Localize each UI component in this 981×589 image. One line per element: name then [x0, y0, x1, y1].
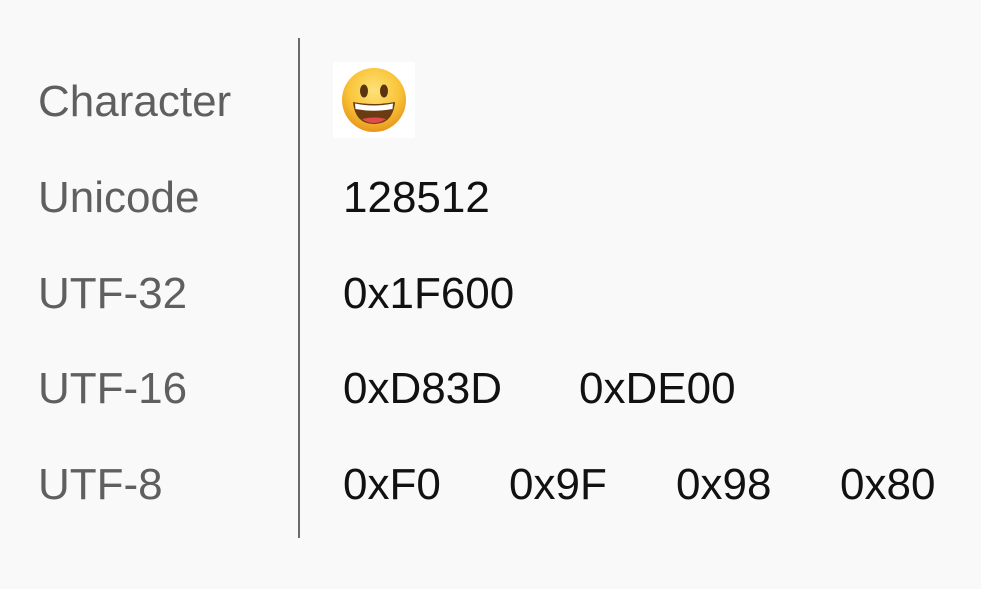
utf8-value-4: 0x80 — [840, 460, 936, 509]
utf16-label: UTF-16 — [38, 364, 188, 413]
character-label: Character — [38, 77, 232, 126]
utf16-value-1: 0xD83D — [343, 364, 502, 413]
utf8-value-3: 0x98 — [676, 460, 772, 509]
encoding-table: Character Unicode 128512 UTF-32 0x1F600 … — [0, 0, 981, 589]
utf16-value-2: 0xDE00 — [579, 364, 736, 413]
utf32-label: UTF-32 — [38, 269, 188, 318]
unicode-value: 128512 — [343, 173, 490, 222]
unicode-label: Unicode — [38, 173, 200, 222]
grinning-face-icon — [342, 68, 406, 132]
utf8-value-2: 0x9F — [509, 460, 607, 509]
utf8-value-1: 0xF0 — [343, 460, 441, 509]
column-divider — [298, 38, 300, 538]
character-emoji — [333, 62, 415, 138]
utf8-label: UTF-8 — [38, 460, 163, 509]
utf32-value: 0x1F600 — [343, 269, 515, 318]
